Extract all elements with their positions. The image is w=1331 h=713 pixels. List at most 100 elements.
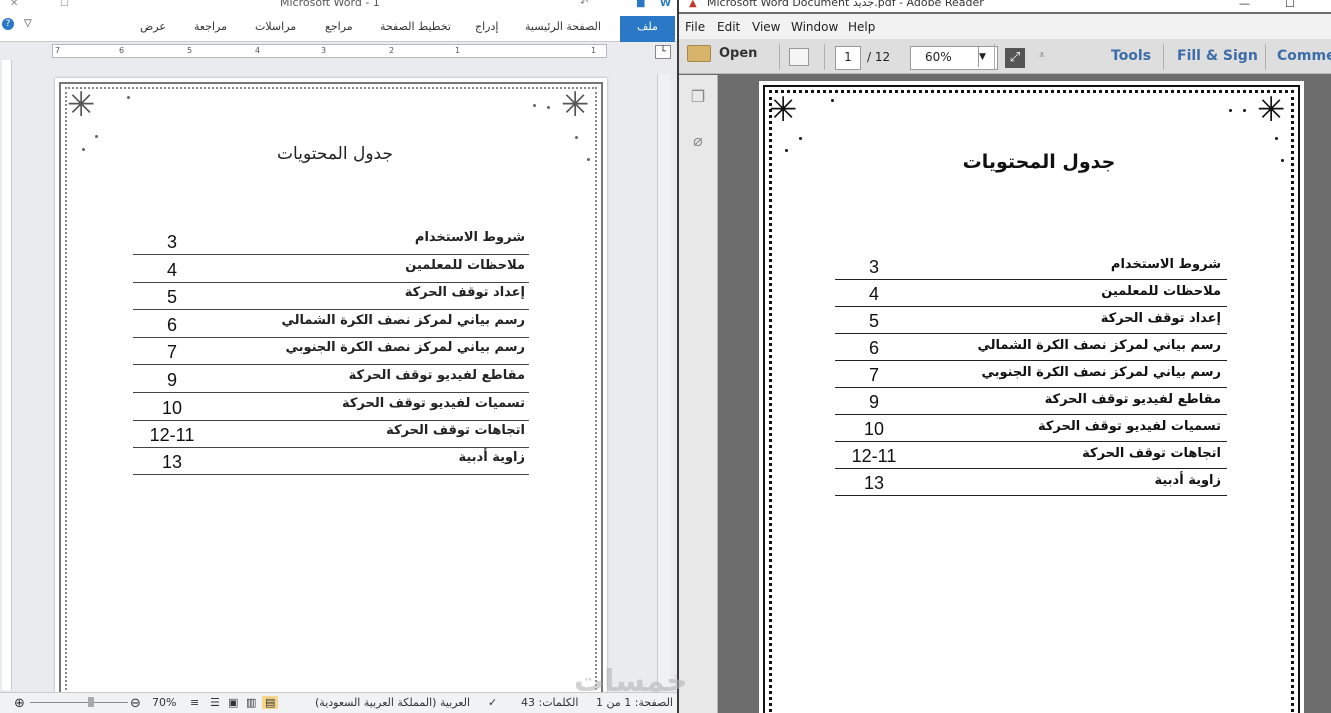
page-number-input[interactable]: 1 (835, 46, 861, 70)
menu-file[interactable]: File (685, 20, 705, 34)
tab-page-layout[interactable]: تخطيط الصفحة (380, 20, 451, 33)
ruler-number: 3 (321, 46, 327, 55)
star-ornament-icon: ✳ (769, 90, 798, 130)
toolbar-divider (779, 44, 780, 70)
ornament-dot (1243, 109, 1246, 112)
ribbon-expand-icon[interactable]: ▽ (24, 18, 32, 29)
toc-heading: جدول المحتويات (962, 151, 1116, 173)
zoom-in-icon[interactable]: ⊕ (14, 696, 25, 711)
tools-button[interactable]: Tools (1111, 48, 1151, 64)
tab-file[interactable]: ملف (620, 16, 675, 42)
toolbar-menu-icon[interactable]: ⩡ (1039, 50, 1045, 61)
ornament-dot (533, 104, 536, 107)
ruler-number: 1 (455, 46, 461, 55)
pages-icon[interactable]: ❐ (689, 87, 707, 106)
toc-row: رسم بياني لمركز نصف الكرة الشمالي 6 (133, 309, 529, 338)
toc-row: إعداد توقف الحركة 5 (133, 281, 529, 310)
tab-review[interactable]: مراجعة (194, 20, 227, 33)
toc-page-number: 6 (166, 315, 177, 335)
menu-view[interactable]: View (752, 20, 780, 34)
toc-entry-label: اتجاهات توقف الحركة (1082, 446, 1221, 461)
toc-entry-label: شروط الاستخدام (1110, 257, 1221, 272)
word-ribbon-tabs: ملف الصفحة الرئيسية إدراج تخطيط الصفحة م… (0, 14, 677, 42)
toc-page-number: 3 (166, 232, 177, 252)
ornament-dot (785, 149, 788, 152)
open-label: Open (719, 46, 758, 61)
tab-home[interactable]: الصفحة الرئيسية (525, 20, 601, 33)
toc-entry-label: إعداد توقف الحركة (1100, 311, 1221, 326)
menu-edit[interactable]: Edit (717, 20, 740, 34)
zoom-input[interactable]: 60% ▼ (910, 46, 998, 70)
ornament-dot (547, 106, 550, 109)
toc-row: زاوية أدبية 13 (133, 446, 529, 475)
comment-button[interactable]: Commen (1277, 48, 1331, 64)
maximize-icon[interactable]: ☐ (1285, 0, 1295, 10)
toc-row: اتجاهات توقف الحركة 12-11 (835, 441, 1227, 469)
minimize-icon[interactable]: — (1239, 0, 1250, 10)
ornament-dot (587, 158, 590, 161)
zoom-slider-thumb[interactable] (88, 697, 94, 707)
toc-page-number: 10 (161, 398, 183, 418)
toc-row: اتجاهات توقف الحركة 12-11 (133, 419, 529, 448)
toolbar-divider (1265, 44, 1266, 70)
toc-entry-label: إعداد توقف الحركة (404, 285, 525, 300)
toc-entry-label: ملاحظات للمعلمين (405, 258, 525, 273)
zoom-slider[interactable] (30, 702, 128, 703)
toc-page-number: 7 (868, 365, 879, 385)
zoom-level[interactable]: 70% (152, 696, 176, 709)
help-icon[interactable]: ? (2, 18, 14, 30)
toc-row: ملاحظات للمعلمين 4 (835, 279, 1227, 307)
menu-window[interactable]: Window (791, 20, 838, 34)
toc-page-number: 3 (868, 257, 879, 277)
view-draft-icon[interactable]: ≡ (190, 696, 199, 709)
fullscreen-icon[interactable]: ⤢ (1005, 48, 1025, 68)
toc-entry-label: ملاحظات للمعلمين (1101, 284, 1221, 299)
adobe-reader-window: ▲ Microsoft Word Document جديد.pdf - Ado… (677, 0, 1331, 713)
toc-entry-label: تسميات لفيديو توقف الحركة (341, 396, 525, 411)
view-print-layout-icon[interactable]: ▤ (262, 696, 279, 709)
ruler-number: 2 (389, 46, 395, 55)
view-web-icon[interactable]: ▣ (228, 696, 238, 709)
toc-entry-label: رسم بياني لمركز نصف الكرة الشمالي (281, 313, 525, 328)
tab-view[interactable]: عرض (140, 20, 166, 33)
zoom-out-icon[interactable]: ⊖ (130, 696, 141, 711)
undo-icon[interactable]: ↶ (580, 0, 588, 9)
watermark-logo: خمسات (574, 664, 688, 699)
view-outline-icon[interactable]: ☰ (210, 696, 220, 709)
open-button[interactable]: Open (687, 45, 757, 62)
tab-mailings[interactable]: مراسلات (255, 20, 296, 33)
create-pdf-icon[interactable] (789, 48, 809, 66)
toc-entry-label: رسم بياني لمركز نصف الكرة الجنوبي (981, 365, 1221, 380)
attachments-icon[interactable]: ⌀ (689, 131, 707, 150)
toc-entry-label: رسم بياني لمركز نصف الكرة الجنوبي (285, 340, 525, 355)
toc-page-number: 4 (868, 284, 879, 304)
horizontal-ruler[interactable]: 7 6 5 4 3 2 1 1 (52, 44, 607, 58)
vertical-scrollbar[interactable] (657, 74, 671, 686)
tab-references[interactable]: مراجع (325, 20, 353, 33)
word-title-bar: ✕ ☐ Microsoft Word - 1 ↶ ■ W (0, 0, 677, 14)
proofing-icon[interactable]: ✓ (488, 696, 497, 709)
vertical-ruler[interactable] (2, 60, 12, 690)
tab-selector[interactable]: └ (655, 45, 671, 59)
save-icon[interactable]: ■ (636, 0, 645, 9)
toc-row: تسميات لفيديو توقف الحركة 10 (133, 392, 529, 421)
pdf-page[interactable]: ✳ ✳ جدول المحتويات شروط الاستخدام 3 ملاحظ… (759, 81, 1304, 713)
star-ornament-icon: ✳ (67, 85, 96, 125)
ornament-dot (1275, 137, 1278, 140)
restore-icon[interactable]: ☐ (60, 0, 69, 9)
toolbar-divider (824, 44, 825, 70)
menu-help[interactable]: Help (848, 20, 875, 34)
word-window: ✕ ☐ Microsoft Word - 1 ↶ ■ W ملف الصفحة … (0, 0, 677, 713)
toc-row: شروط الاستخدام 3 (835, 252, 1227, 280)
ornament-dot (1229, 109, 1232, 112)
tab-insert[interactable]: إدراج (475, 20, 498, 33)
fill-sign-button[interactable]: Fill & Sign (1177, 48, 1258, 64)
toc-page-number: 12-11 (149, 425, 195, 445)
toc-row: ملاحظات للمعلمين 4 (133, 254, 529, 283)
close-icon[interactable]: ✕ (10, 0, 18, 9)
word-document-page[interactable]: ✳ ✳ جدول المحتويات شروط الاستخدام 3 ملاحظ… (55, 78, 607, 702)
toc-page-number: 10 (863, 419, 885, 439)
word-count[interactable]: الكلمات: 43 (521, 696, 578, 709)
language-indicator[interactable]: العربية (المملكة العربية السعودية) (315, 696, 470, 709)
view-reading-icon[interactable]: ▥ (246, 696, 256, 709)
